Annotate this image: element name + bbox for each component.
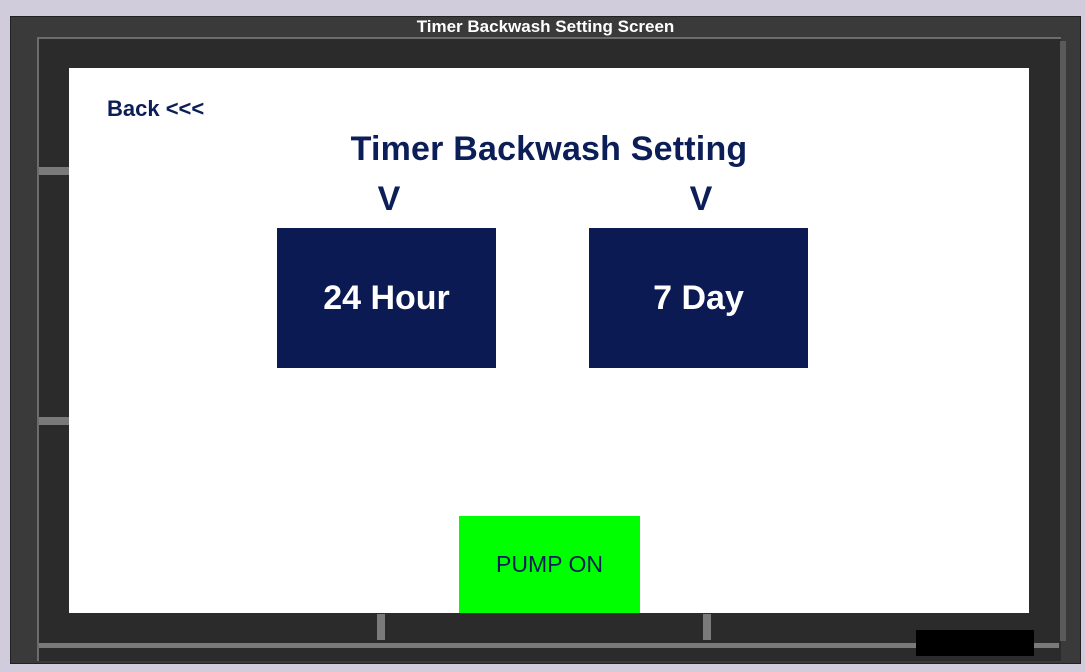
left-bezel-tick bbox=[39, 417, 69, 425]
mode-button-label: 24 Hour bbox=[323, 278, 450, 317]
hmi-window-frame: Timer Backwash Setting Screen Back <<< T… bbox=[10, 16, 1081, 664]
mode-indicator-24-hour: V bbox=[377, 180, 401, 218]
pump-on-button[interactable]: PUMP ON bbox=[459, 516, 640, 613]
mode-button-7-day[interactable]: 7 Day bbox=[589, 228, 808, 368]
mode-button-24-hour[interactable]: 24 Hour bbox=[277, 228, 496, 368]
bottom-bezel-tick bbox=[703, 614, 711, 640]
back-button[interactable]: Back <<< bbox=[107, 96, 204, 122]
mode-button-label: 7 Day bbox=[653, 278, 744, 317]
window-title: Timer Backwash Setting Screen bbox=[416, 17, 675, 36]
bottom-bezel-tick bbox=[377, 614, 385, 640]
left-bezel-tick bbox=[39, 167, 69, 175]
right-bezel-rail bbox=[1060, 41, 1066, 641]
pump-button-label: PUMP ON bbox=[496, 551, 603, 577]
hmi-screen: Back <<< Timer Backwash Setting V V 24 H… bbox=[69, 68, 1029, 613]
title-bar: Timer Backwash Setting Screen bbox=[11, 17, 1080, 37]
page-title: Timer Backwash Setting bbox=[350, 130, 748, 168]
bottom-bezel-rail bbox=[39, 643, 1059, 648]
status-block bbox=[916, 630, 1034, 656]
mode-indicator-7-day: V bbox=[689, 180, 713, 218]
